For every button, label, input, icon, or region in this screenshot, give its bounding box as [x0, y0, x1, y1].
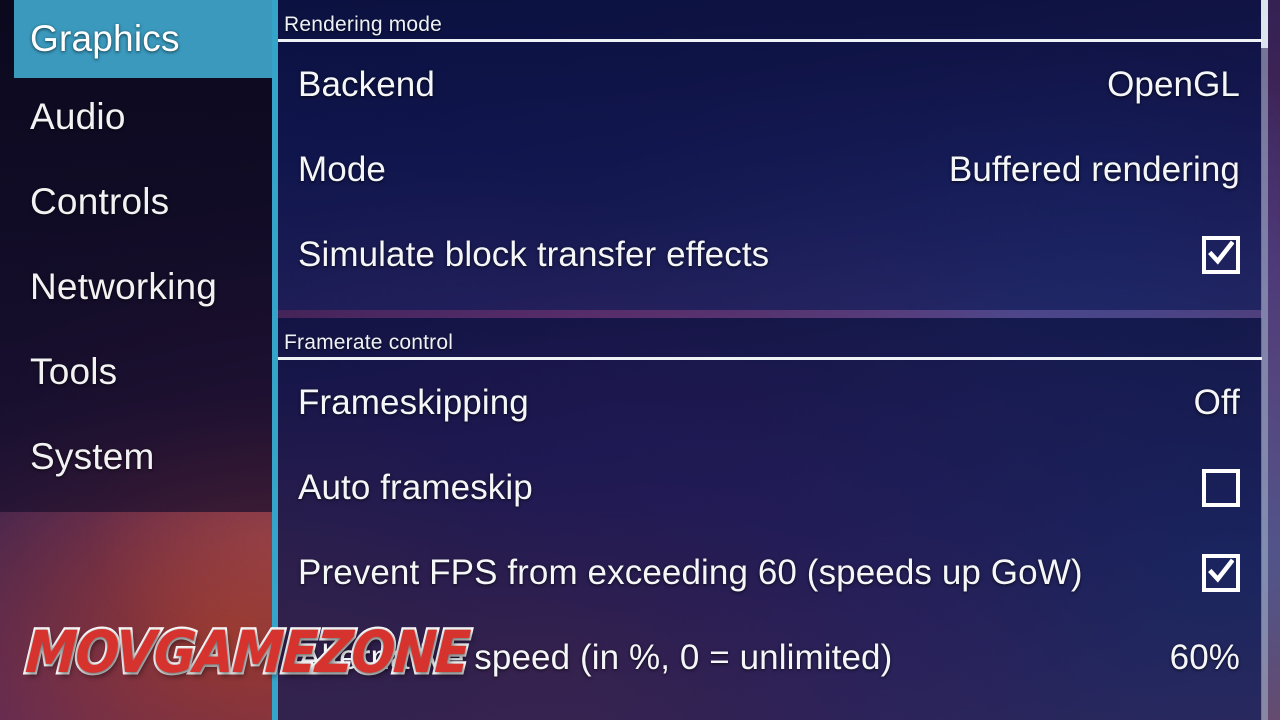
scrollbar-thumb[interactable]	[1261, 0, 1268, 48]
setting-label: Backend	[298, 64, 435, 104]
checkbox-checked-icon[interactable]	[1202, 235, 1240, 274]
sidebar-item-label: Audio	[30, 96, 126, 137]
sidebar-item-system[interactable]: System	[14, 418, 272, 496]
setting-row-alternative-speed[interactable]: Alternative speed (in %, 0 = unlimited) …	[278, 615, 1262, 700]
setting-label: Alternative speed (in %, 0 = unlimited)	[298, 637, 893, 677]
setting-value: 60%	[1169, 637, 1240, 677]
sidebar-item-tools[interactable]: Tools	[14, 333, 272, 411]
setting-value: Buffered rendering	[948, 149, 1240, 189]
sidebar-item-label: Tools	[30, 351, 118, 392]
setting-row-backend[interactable]: Backend OpenGL	[278, 42, 1262, 127]
setting-label: Frameskipping	[298, 382, 529, 422]
setting-value: OpenGL	[1107, 64, 1240, 104]
section-header-rendering-mode: Rendering mode	[278, 0, 1262, 42]
sidebar-nav: Graphics Audio Controls Networking Tools…	[0, 0, 272, 512]
settings-panel-rendering-mode: Rendering mode Backend OpenGL Mode Buffe…	[278, 0, 1262, 310]
setting-row-simulate-block-transfer-effects[interactable]: Simulate block transfer effects	[278, 212, 1262, 297]
setting-label: Simulate block transfer effects	[298, 234, 770, 274]
setting-row-frameskipping[interactable]: Frameskipping Off	[278, 360, 1262, 445]
settings-panel-framerate-control: Framerate control Frameskipping Off Auto…	[278, 318, 1262, 720]
section-header-label: Rendering mode	[284, 13, 443, 36]
sidebar-item-label: Networking	[30, 266, 218, 307]
ppsspp-settings-screen: Graphics Audio Controls Networking Tools…	[0, 0, 1280, 720]
setting-label: Mode	[298, 149, 386, 189]
panel-content: Rendering mode Backend OpenGL Mode Buffe…	[278, 0, 1262, 297]
setting-label: Auto frameskip	[298, 467, 533, 507]
sidebar-item-controls[interactable]: Controls	[14, 163, 272, 241]
section-header-label: Framerate control	[284, 331, 454, 354]
setting-value: Off	[1193, 382, 1240, 422]
setting-row-prevent-fps-exceeding-60[interactable]: Prevent FPS from exceeding 60 (speeds up…	[278, 530, 1262, 615]
scrollbar-track[interactable]	[1261, 0, 1268, 720]
setting-row-auto-frameskip[interactable]: Auto frameskip	[278, 445, 1262, 530]
sidebar-item-label: Graphics	[30, 18, 180, 59]
sidebar-item-networking[interactable]: Networking	[14, 248, 272, 326]
panel-content: Framerate control Frameskipping Off Auto…	[278, 318, 1262, 700]
sidebar-item-graphics[interactable]: Graphics	[14, 0, 272, 78]
sidebar-item-label: Controls	[30, 181, 170, 222]
sidebar-item-audio[interactable]: Audio	[14, 78, 272, 156]
setting-row-mode[interactable]: Mode Buffered rendering	[278, 127, 1262, 212]
setting-label: Prevent FPS from exceeding 60 (speeds up…	[298, 552, 1083, 592]
checkbox-unchecked-icon[interactable]	[1202, 468, 1240, 507]
section-header-framerate-control: Framerate control	[278, 318, 1262, 360]
checkbox-checked-icon[interactable]	[1202, 553, 1240, 592]
sidebar-item-label: System	[30, 436, 155, 477]
